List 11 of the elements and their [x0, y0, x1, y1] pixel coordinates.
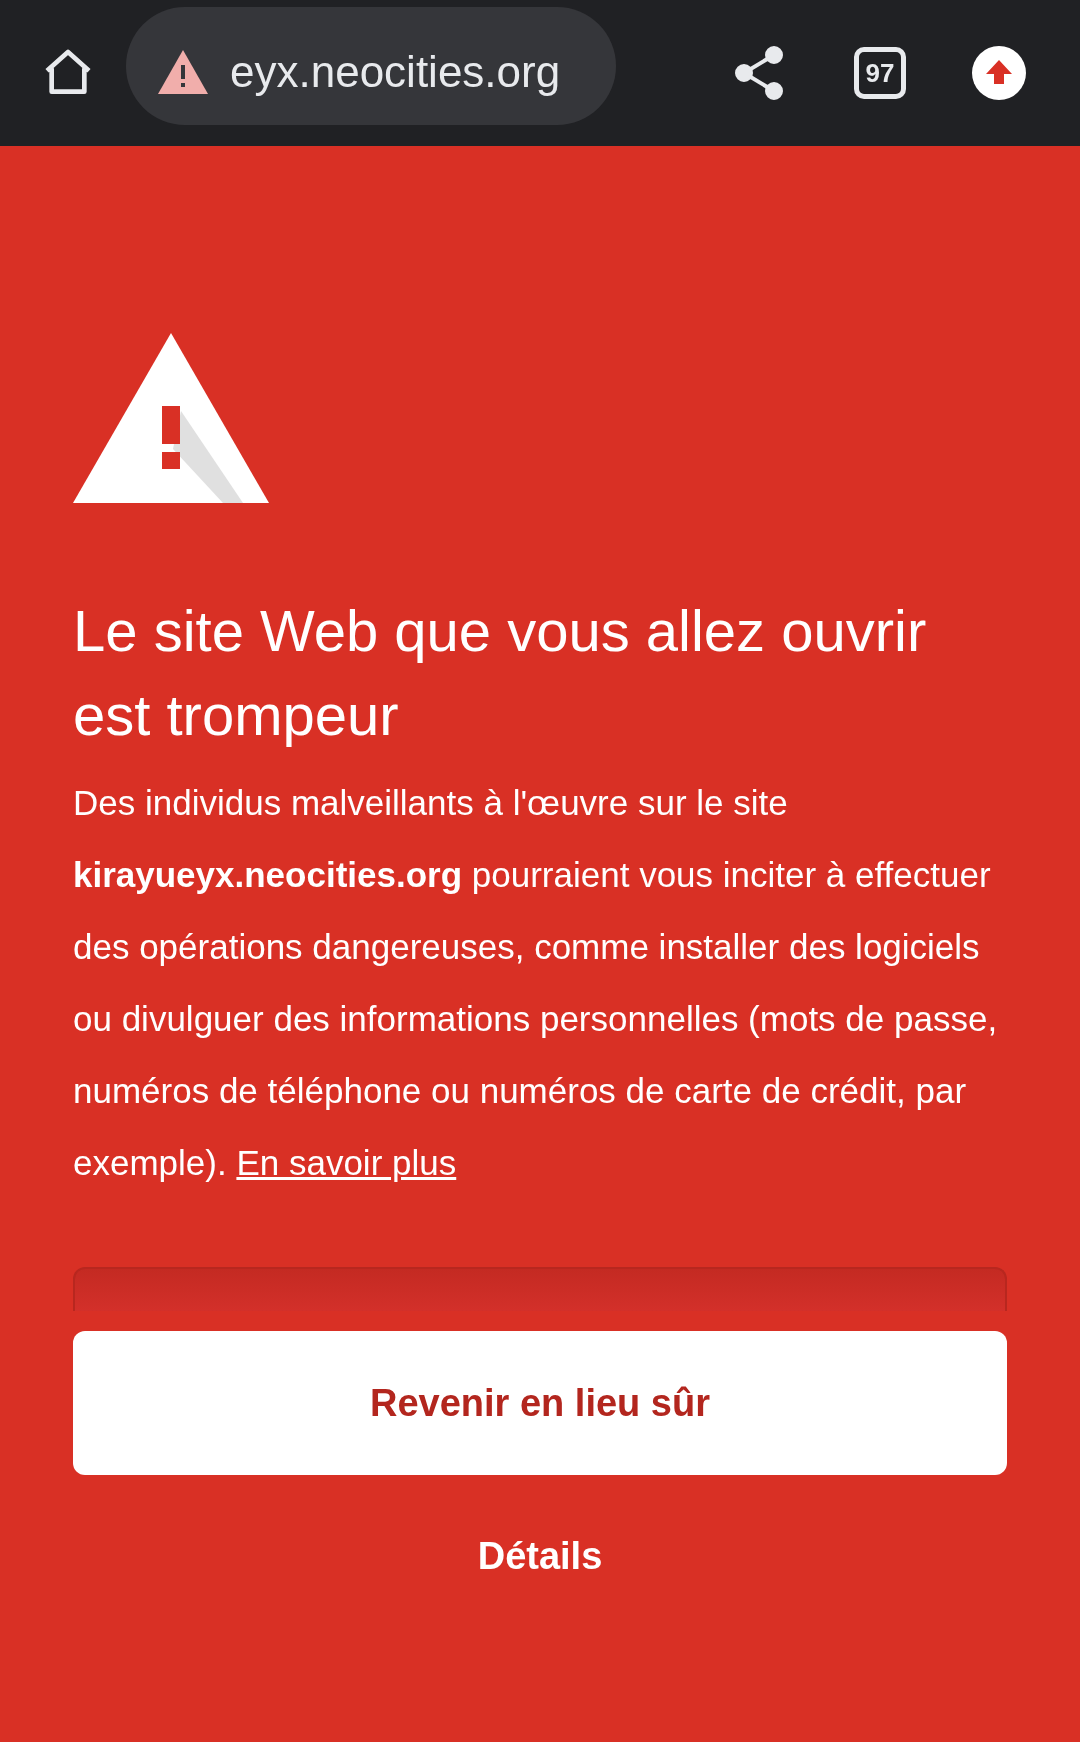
address-bar[interactable]: eyx.neocities.org — [126, 7, 616, 125]
tab-count-button[interactable]: 97 — [854, 47, 906, 99]
back-to-safety-button[interactable]: Revenir en lieu sûr — [73, 1331, 1007, 1475]
url-text: eyx.neocities.org — [230, 47, 561, 97]
warning-icon — [73, 333, 269, 503]
warning-title: Le site Web que vous allez ouvrir est trompeur — [73, 597, 928, 749]
learn-more-link[interactable]: En savoir plus — [236, 1143, 457, 1182]
warning-message: Des individus malveillants à l'œuvre sur le site kirayueyx.neocities.org pourraient vous inciter à effectuer des opérations dangereuses, comme installer des logiciels ou divulguer des informations personnelles (mots de passe, numéros de téléphone ou numéros de carte de crédit, par exemple). En savoir plus — [73, 782, 999, 1184]
share-icon[interactable] — [734, 46, 784, 100]
update-icon[interactable] — [972, 46, 1026, 100]
details-button[interactable]: Détails — [457, 1525, 623, 1588]
